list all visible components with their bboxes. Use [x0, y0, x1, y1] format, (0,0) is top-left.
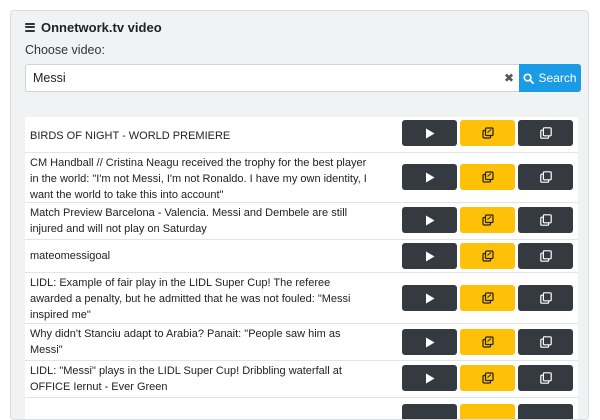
copy-link-button[interactable]	[460, 164, 515, 190]
search-button[interactable]: Search	[519, 64, 581, 92]
copy-link-icon	[481, 250, 494, 262]
copy-link-button[interactable]	[460, 404, 515, 419]
copy-button[interactable]	[518, 207, 573, 233]
play-icon	[425, 251, 434, 261]
search-box: ✖	[25, 64, 519, 92]
copy-link-icon	[481, 336, 494, 348]
play-icon	[425, 172, 434, 182]
copy-link-button[interactable]	[460, 365, 515, 391]
play-icon	[425, 337, 434, 347]
result-title: CM Handball // Cristina Neagu received t…	[30, 157, 367, 201]
result-row-partial	[25, 398, 578, 419]
copy-link-icon	[481, 127, 494, 139]
copy-icon	[539, 214, 552, 226]
result-row: Match Preview Barcelona - Valencia. Mess…	[25, 203, 578, 240]
copy-link-button[interactable]	[460, 120, 515, 146]
copy-icon	[539, 292, 552, 304]
copy-link-button[interactable]	[460, 243, 515, 269]
copy-button[interactable]	[518, 285, 573, 311]
copy-icon	[539, 171, 552, 183]
panel-title: Onnetwork.tv video	[41, 19, 162, 35]
copy-link-icon	[481, 214, 494, 226]
play-button[interactable]	[402, 120, 457, 146]
result-title: BIRDS OF NIGHT - WORLD PREMIERE	[30, 130, 231, 142]
copy-link-icon	[481, 171, 494, 183]
hamburger-icon[interactable]	[25, 22, 35, 32]
play-button[interactable]	[402, 365, 457, 391]
result-row: mateomessigoal	[25, 240, 578, 273]
copy-link-button[interactable]	[460, 285, 515, 311]
play-button[interactable]	[402, 207, 457, 233]
result-row: Why didn't Stanciu adapt to Arabia? Pana…	[25, 324, 578, 361]
copy-button[interactable]	[518, 164, 573, 190]
results-list: BIRDS OF NIGHT - WORLD PREMIERE CM Handb…	[25, 117, 578, 419]
result-title: LIDL: Example of fair play in the LIDL S…	[30, 277, 351, 321]
copy-button[interactable]	[518, 120, 573, 146]
copy-icon	[539, 127, 552, 139]
result-title: LIDL: "Messi" plays in the LIDL Super Cu…	[30, 365, 342, 393]
result-title: Match Preview Barcelona - Valencia. Mess…	[30, 207, 348, 235]
search-row: ✖ Search	[25, 64, 581, 92]
play-button[interactable]	[402, 164, 457, 190]
result-title: Why didn't Stanciu adapt to Arabia? Pana…	[30, 328, 341, 356]
result-row: LIDL: Example of fair play in the LIDL S…	[25, 273, 578, 324]
close-icon[interactable]: ✖	[504, 71, 514, 85]
copy-link-icon	[481, 292, 494, 304]
copy-button[interactable]	[518, 243, 573, 269]
result-row: LIDL: "Messi" plays in the LIDL Super Cu…	[25, 361, 578, 398]
play-button[interactable]	[402, 285, 457, 311]
copy-link-icon	[481, 372, 494, 384]
video-picker-panel: Onnetwork.tv video Choose video: ✖ Searc…	[10, 10, 589, 420]
play-button[interactable]	[402, 404, 457, 419]
search-icon	[523, 72, 535, 84]
copy-button[interactable]	[518, 329, 573, 355]
copy-button[interactable]	[518, 365, 573, 391]
copy-icon	[539, 372, 552, 384]
copy-icon	[539, 336, 552, 348]
result-row: BIRDS OF NIGHT - WORLD PREMIERE	[25, 117, 578, 153]
copy-button[interactable]	[518, 404, 573, 419]
play-icon	[425, 128, 434, 138]
play-icon	[425, 293, 434, 303]
play-icon	[425, 373, 434, 383]
copy-link-button[interactable]	[460, 329, 515, 355]
play-icon	[425, 215, 434, 225]
play-button[interactable]	[402, 243, 457, 269]
panel-header: Onnetwork.tv video	[25, 18, 162, 36]
play-button[interactable]	[402, 329, 457, 355]
choose-video-label: Choose video:	[25, 43, 105, 57]
search-button-label: Search	[538, 71, 577, 85]
copy-link-button[interactable]	[460, 207, 515, 233]
result-title: mateomessigoal	[30, 250, 111, 262]
search-input[interactable]	[26, 65, 493, 91]
copy-icon	[539, 250, 552, 262]
result-row: CM Handball // Cristina Neagu received t…	[25, 153, 578, 203]
